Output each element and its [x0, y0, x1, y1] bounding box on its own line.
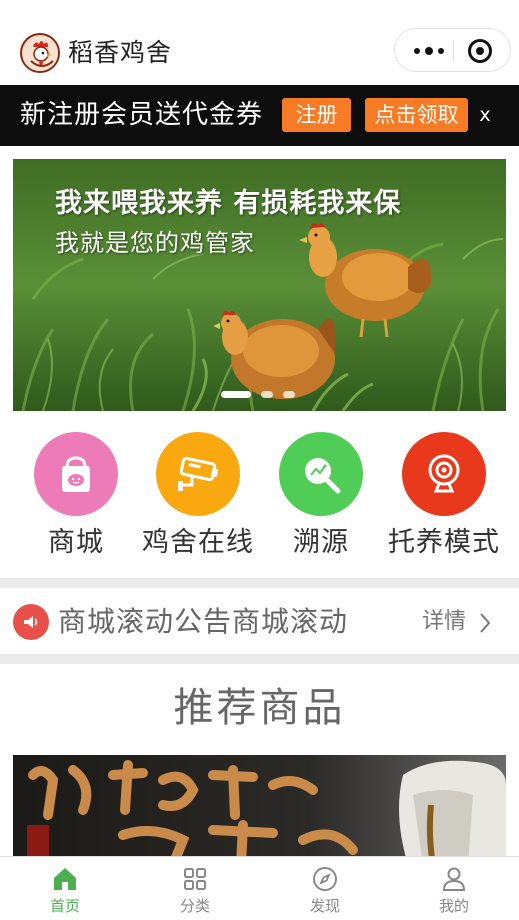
bottom-tab-bar: 首页 分类 发现 我的 [0, 856, 519, 920]
nav-item-coop-online[interactable]: 鸡舍在线 [136, 432, 260, 572]
recommend-title: 推荐商品 [173, 685, 346, 731]
claim-button[interactable]: 点击领取 [365, 98, 468, 132]
promo-bar: 新注册会员送代金券 注册 点击领取 x [0, 85, 519, 146]
app-title: 稻香鸡舍 [68, 38, 173, 67]
chevron-right-icon [480, 613, 491, 633]
camera-icon [156, 432, 240, 516]
tab-mine[interactable]: 我的 [389, 857, 519, 920]
home-icon [54, 868, 76, 890]
grid-icon [184, 868, 206, 890]
compass-icon [313, 867, 337, 891]
magnifier-icon [279, 432, 363, 516]
carousel-dot[interactable] [283, 391, 295, 398]
announcement-details-link[interactable]: 详情 [422, 607, 466, 637]
carousel-dot[interactable] [261, 391, 273, 398]
promo-text: 新注册会员送代金券 [20, 100, 264, 130]
tab-category[interactable]: 分类 [130, 857, 260, 920]
tab-label-mine: 我的 [438, 897, 469, 915]
product-image [13, 755, 506, 865]
banner-subline: 我就是您的鸡管家 [55, 229, 255, 257]
app-header: 稻香鸡舍 [0, 0, 519, 85]
carousel-dot[interactable] [221, 391, 251, 398]
nav-item-mall[interactable]: 商城 [14, 432, 138, 572]
speaker-icon [13, 604, 49, 640]
tab-label-discover: 发现 [309, 897, 340, 915]
product-banner[interactable] [13, 755, 506, 865]
banner-carousel[interactable]: 我来喂我来养 有损耗我来保 我就是您的鸡管家 [13, 159, 506, 411]
announcement-text: 商城滚动公告商城滚动 [58, 605, 349, 638]
capsule-divider [453, 40, 454, 62]
promo-close-button[interactable]: x [476, 98, 494, 132]
shopping-bag-icon [34, 432, 118, 516]
tab-home[interactable]: 首页 [0, 857, 130, 920]
tab-discover[interactable]: 发现 [260, 857, 390, 920]
banner-headline: 我来喂我来养 有损耗我来保 [55, 188, 402, 219]
carousel-indicators [221, 391, 295, 398]
webcam-icon [402, 432, 486, 516]
tab-label-home: 首页 [49, 897, 80, 915]
nav-item-foster-mode[interactable]: 托养模式 [382, 432, 506, 572]
rooster-logo [20, 33, 60, 73]
capsule-close-icon[interactable] [468, 39, 492, 63]
section-divider [0, 578, 519, 588]
nav-item-trace[interactable]: 溯源 [259, 432, 383, 572]
page: 稻香鸡舍 新注册会员送代金券 注册 点击领取 x 我来喂我来养 有损耗我来保 我… [0, 0, 519, 920]
register-button[interactable]: 注册 [282, 98, 351, 132]
mini-program-capsule [394, 28, 511, 72]
category-nav: 商城 鸡舍在线 溯源 托养模式 [0, 420, 519, 578]
more-dots-icon[interactable] [409, 39, 449, 63]
user-icon [442, 867, 466, 891]
nav-label-foster-mode: 托养模式 [388, 527, 500, 558]
section-divider [0, 654, 519, 664]
announcement-bar[interactable]: 商城滚动公告商城滚动 详情 [0, 590, 519, 654]
tab-label-category: 分类 [179, 897, 210, 915]
